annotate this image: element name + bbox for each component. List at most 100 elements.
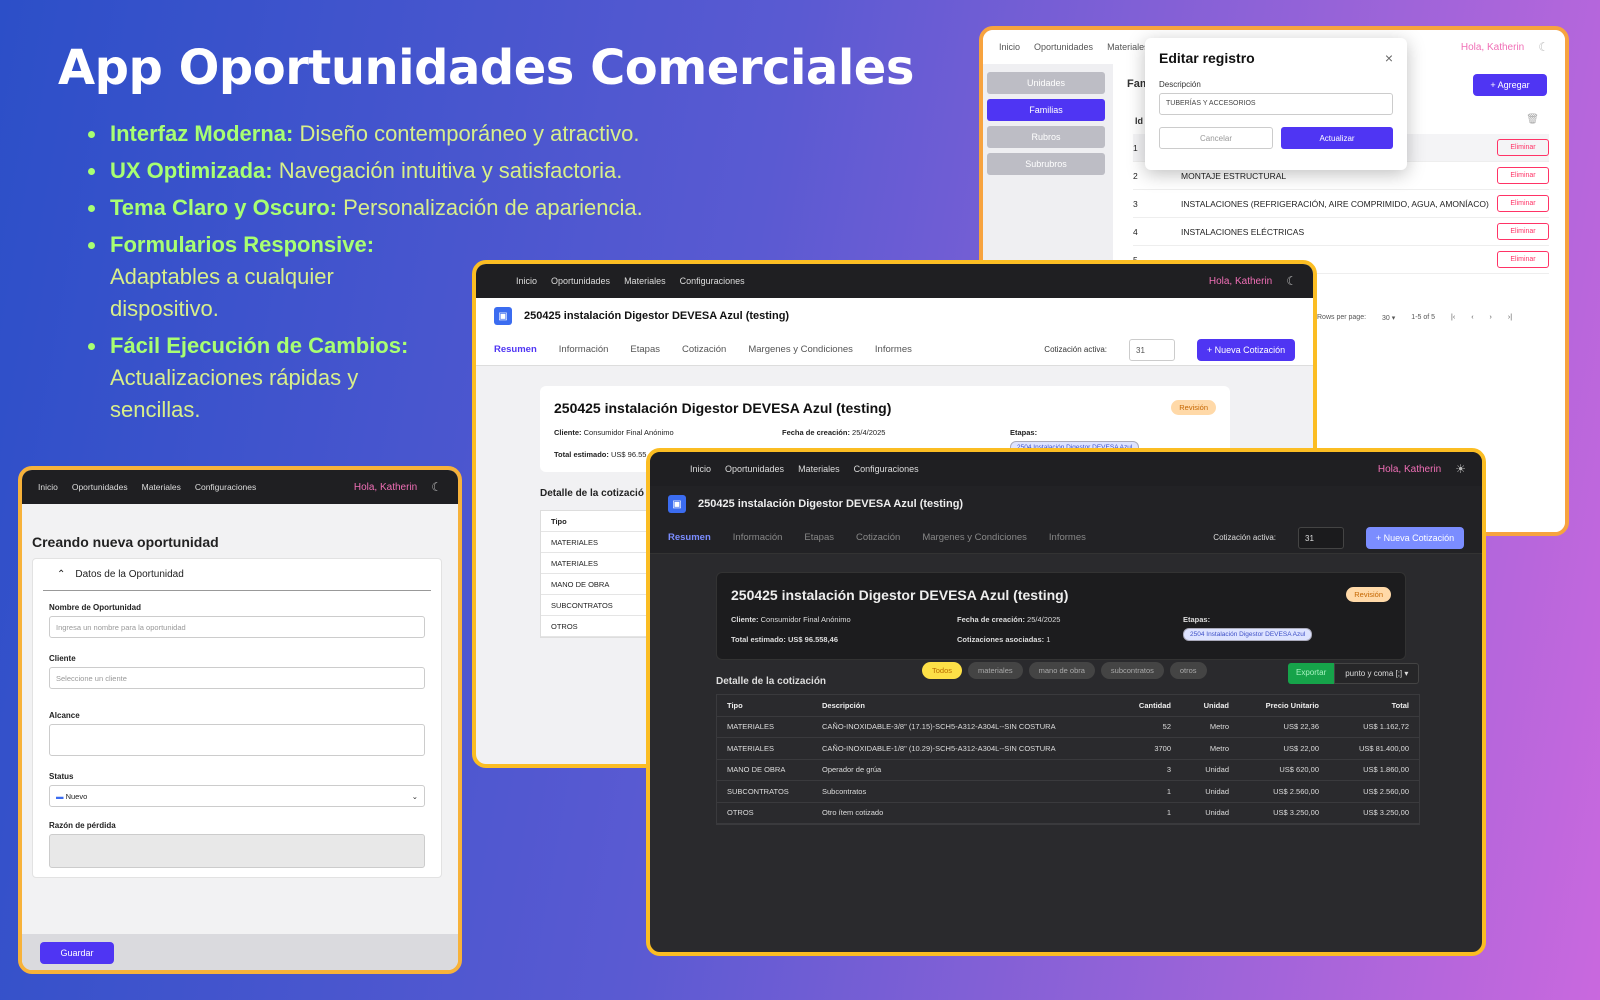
table-row: 4 INSTALACIONES ELÉCTRICAS Eliminar [1133, 218, 1549, 246]
user-greeting[interactable]: Hola, Katherin [1209, 276, 1272, 287]
status-flag-icon: ▬ [56, 792, 64, 801]
export-button[interactable]: Exportar [1288, 663, 1335, 684]
section-header[interactable]: ⌃ Datos de la Oportunidad [43, 559, 431, 591]
description-input[interactable]: TUBERÍAS Y ACCESORIOS [1159, 93, 1393, 115]
feature-item: Interfaz Moderna: Diseño contemporáneo y… [88, 118, 738, 150]
nav-materials[interactable]: Materiales [142, 482, 181, 492]
moon-icon[interactable]: ☾ [1286, 274, 1297, 288]
user-greeting[interactable]: Hola, Katherin [1378, 464, 1441, 475]
trash-icon[interactable]: 🗑 [1526, 114, 1539, 125]
nav-opportunities[interactable]: Oportunidades [725, 464, 784, 474]
last-page-icon[interactable]: ›| [1508, 314, 1512, 322]
sidebar-item-subrubros[interactable]: Subrubros [987, 153, 1105, 175]
nav-config[interactable]: Configuraciones [195, 482, 256, 492]
first-page-icon[interactable]: |‹ [1451, 314, 1455, 322]
add-button[interactable]: + Agregar [1473, 74, 1547, 96]
top-nav: Inicio Oportunidades Materiales Configur… [650, 452, 1482, 486]
status-select[interactable]: ▬ Nuevo ⌄ [49, 785, 425, 807]
cancel-button[interactable]: Cancelar [1159, 127, 1273, 149]
type-filters: Todos materiales mano de obra subcontrat… [922, 662, 1207, 679]
project-dark-screenshot: Inicio Oportunidades Materiales Configur… [646, 448, 1486, 956]
update-button[interactable]: Actualizar [1281, 127, 1393, 149]
tab-cotizacion[interactable]: Cotización [682, 344, 726, 355]
active-quote-input[interactable]: 31 [1129, 338, 1175, 361]
user-greeting[interactable]: Hola, Katherin [1461, 42, 1524, 53]
nav-config[interactable]: Configuraciones [854, 464, 919, 474]
new-quote-button[interactable]: + Nueva Cotización [1366, 526, 1464, 549]
loss-reason-input [49, 834, 425, 868]
filter-todos[interactable]: Todos [922, 662, 963, 679]
lightbulb-icon[interactable]: ☀ [1455, 462, 1466, 476]
tab-cotizacion[interactable]: Cotización [856, 532, 900, 543]
sidebar-item-rubros[interactable]: Rubros [987, 126, 1105, 148]
moon-icon[interactable]: ☾ [431, 480, 442, 494]
status-badge: Revisión [1346, 587, 1391, 602]
tab-margenes[interactable]: Margenes y Condiciones [748, 344, 853, 355]
nav-opportunities[interactable]: Oportunidades [551, 276, 610, 286]
nav-home[interactable]: Inicio [38, 482, 58, 492]
project-icon: ▣ [668, 495, 686, 513]
nav-materials[interactable]: Materiales [1107, 42, 1149, 52]
table-row: OTROS Otro ítem cotizado 1 Unidad US$ 3.250,… [717, 803, 1419, 824]
moon-icon[interactable]: ☾ [1538, 40, 1549, 54]
tab-etapas[interactable]: Etapas [630, 344, 660, 355]
new-quote-button[interactable]: + Nueva Cotización [1197, 338, 1295, 361]
nav-materials[interactable]: Materiales [624, 276, 666, 286]
id-header: Id [1135, 116, 1143, 126]
tab-resumen[interactable]: Resumen [494, 344, 537, 355]
delete-button[interactable]: Eliminar [1497, 251, 1549, 268]
nav-opportunities[interactable]: Oportunidades [1034, 42, 1093, 52]
next-page-icon[interactable]: › [1490, 314, 1492, 322]
stage-chip[interactable]: 2504 Instalación Digestor DEVESA Azul [1183, 628, 1313, 641]
tab-informes[interactable]: Informes [875, 344, 912, 355]
settings-sidebar: Unidades Familias Rubros Subrubros [987, 72, 1105, 180]
delete-button[interactable]: Eliminar [1497, 139, 1549, 156]
opportunity-name-input[interactable]: Ingresa un nombre para la oportunidad [49, 616, 425, 638]
nav-home[interactable]: Inicio [999, 42, 1020, 52]
card-title: 250425 instalación Digestor DEVESA Azul … [731, 587, 1069, 603]
export-group: Exportar punto y coma [;] ▾ [1288, 663, 1420, 684]
delete-button[interactable]: Eliminar [1497, 167, 1549, 184]
nav-home[interactable]: Inicio [516, 276, 537, 286]
delete-button[interactable]: Eliminar [1497, 223, 1549, 240]
filter-otros[interactable]: otros [1169, 662, 1207, 679]
sidebar-item-unidades[interactable]: Unidades [987, 72, 1105, 94]
client-select[interactable]: Seleccione un cliente [49, 667, 425, 689]
rows-per-page-select[interactable]: 30 ▾ [1382, 314, 1395, 322]
scope-textarea[interactable] [49, 724, 425, 756]
feature-item: UX Optimizada: Navegación intuitiva y sa… [88, 155, 738, 187]
tab-margenes[interactable]: Margenes y Condiciones [922, 532, 1027, 543]
tab-resumen[interactable]: Resumen [668, 532, 711, 543]
close-icon[interactable]: × [1385, 50, 1393, 66]
save-button[interactable]: Guardar [40, 942, 114, 964]
delete-button[interactable]: Eliminar [1497, 195, 1549, 212]
tab-informacion[interactable]: Información [559, 344, 609, 355]
active-quote-label: Cotización activa: [1044, 345, 1107, 354]
prev-page-icon[interactable]: ‹ [1471, 314, 1473, 322]
table-header: Tipo Descripción Cantidad Unidad Precio Unit… [717, 695, 1419, 717]
separator-select[interactable]: punto y coma [;] ▾ [1334, 663, 1420, 684]
nav-config[interactable]: Configuraciones [680, 276, 745, 286]
filter-mano-de-obra[interactable]: mano de obra [1028, 662, 1095, 679]
pagination: Rows per page: 30 ▾ 1-5 of 5 |‹ ‹ › ›| [1317, 314, 1513, 322]
nav-opportunities[interactable]: Oportunidades [72, 482, 128, 492]
feature-item: Formularios Responsive: Adaptables a cua… [88, 229, 448, 325]
active-quote-label: Cotización activa: [1213, 533, 1276, 542]
status-badge: Revisión [1171, 400, 1216, 415]
active-quote-input[interactable]: 31 [1298, 526, 1344, 549]
sidebar-item-familias[interactable]: Familias [987, 99, 1105, 121]
hero-title: App Oportunidades Comerciales [58, 40, 914, 96]
tab-informacion[interactable]: Información [733, 532, 783, 543]
nav-materials[interactable]: Materiales [798, 464, 840, 474]
table-row: MATERIALES CAÑO-INOXIDABLE-1/8" (10.29)-S… [717, 738, 1419, 760]
table-row: MATERIALES CAÑO-INOXIDABLE-3/8" (17.15)-S… [717, 717, 1419, 738]
filter-subcontratos[interactable]: subcontratos [1100, 662, 1164, 679]
user-greeting[interactable]: Hola, Katherin [354, 482, 417, 493]
page-title: Creando nueva oportunidad [32, 534, 219, 550]
project-tabs: Resumen Información Etapas Cotización Ma… [476, 334, 1313, 366]
filter-materiales[interactable]: materiales [968, 662, 1023, 679]
tab-etapas[interactable]: Etapas [804, 532, 834, 543]
tab-informes[interactable]: Informes [1049, 532, 1086, 543]
project-header: ▣ 250425 instalación Digestor DEVESA Azu… [476, 298, 1313, 334]
nav-home[interactable]: Inicio [690, 464, 711, 474]
